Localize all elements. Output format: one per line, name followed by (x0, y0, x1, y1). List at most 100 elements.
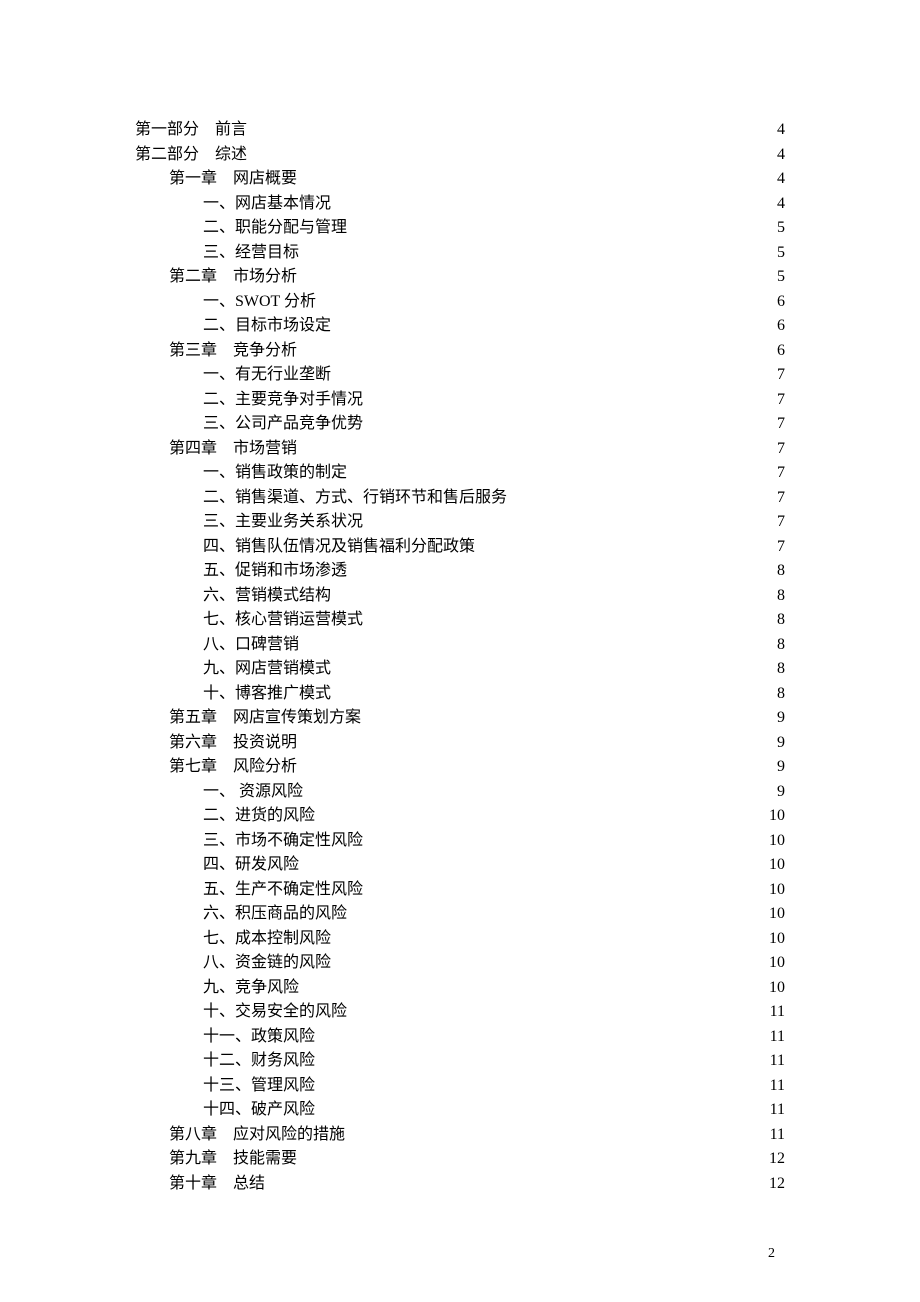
toc-entry: 七、核心营销运营模式8 (135, 608, 785, 633)
toc-entry-label: 第二部分 综述 (135, 143, 247, 168)
toc-entry: 三、市场不确定性风险 10 (135, 829, 785, 854)
toc-entry: 第三章 竞争分析6 (135, 339, 785, 364)
toc-entry-page: 11 (750, 1074, 785, 1099)
toc-entry-page: 11 (765, 1025, 785, 1050)
toc-entry-page: 10 (765, 951, 785, 976)
toc-entry-page: 9 (765, 780, 785, 805)
toc-entry-label: 八、资金链的风险 (203, 951, 331, 976)
toc-entry-page: 11 (750, 1123, 785, 1148)
toc-entry-page: 8 (765, 633, 785, 658)
toc-entry: 第九章 技能需要 12 (135, 1147, 785, 1172)
toc-entry: 第二章 市场分析 5 (135, 265, 785, 290)
toc-entry: 一、 资源风险9 (135, 780, 785, 805)
toc-entry: 二、进货的风险 10 (135, 804, 785, 829)
toc-entry-label: 第七章 风险分析 (169, 755, 297, 780)
toc-entry: 五、促销和市场渗透 8 (135, 559, 785, 584)
toc-entry: 第二部分 综述4 (135, 143, 785, 168)
toc-entry-page: 4 (765, 167, 785, 192)
toc-entry-label: 十四、破产风险 (203, 1098, 315, 1123)
toc-entry-page: 8 (765, 657, 785, 682)
toc-entry-label: 十、交易安全的风险 (203, 1000, 347, 1025)
toc-entry-page: 8 (765, 584, 785, 609)
toc-entry-page: 10 (765, 976, 785, 1001)
toc-entry-page: 6 (765, 314, 785, 339)
toc-entry-page: 7 (765, 437, 785, 462)
toc-entry-page: 7 (765, 388, 785, 413)
toc-entry: 八、资金链的风险 10 (135, 951, 785, 976)
toc-entry: 第七章 风险分析9 (135, 755, 785, 780)
toc-entry: 六、积压商品的风险 10 (135, 902, 785, 927)
toc-entry-label: 二、目标市场设定 (203, 314, 331, 339)
toc-entry-page: 10 (765, 829, 785, 854)
toc-entry-label: 三、经营目标 (203, 241, 299, 266)
toc-entry-label: 第三章 竞争分析 (169, 339, 297, 364)
toc-entry-page: 5 (765, 265, 785, 290)
toc-entry: 一、销售政策的制定7 (135, 461, 785, 486)
toc-entry: 三、公司产品竞争优势7 (135, 412, 785, 437)
toc-entry-page: 11 (750, 1098, 785, 1123)
toc-entry-page: 10 (765, 878, 785, 903)
toc-entry: 七、成本控制风险10 (135, 927, 785, 952)
toc-entry-label: 一、网店基本情况 (203, 192, 331, 217)
toc-entry-label: 十一、政策风险 (203, 1025, 315, 1050)
toc-entry: 九、竞争风险 10 (135, 976, 785, 1001)
toc-entry: 第四章 市场营销 7 (135, 437, 785, 462)
toc-entry-page: 11 (765, 1049, 785, 1074)
toc-entry-page: 5 (765, 216, 785, 241)
toc-entry-page: 7 (765, 535, 785, 560)
toc-entry-label: 六、营销模式结构 (203, 584, 331, 609)
toc-entry: 四、研发风险10 (135, 853, 785, 878)
toc-entry: 三、经营目标 5 (135, 241, 785, 266)
toc-entry-page: 4 (765, 118, 785, 143)
toc-entry-page: 6 (765, 290, 785, 315)
toc-entry-label: 二、进货的风险 (203, 804, 315, 829)
toc-entry-page: 10 (765, 804, 785, 829)
toc-entry-page: 12 (749, 1147, 785, 1172)
toc-entry-page: 8 (765, 608, 785, 633)
toc-entry-label: 九、竞争风险 (203, 976, 299, 1001)
toc-entry-label: 五、生产不确定性风险 (203, 878, 363, 903)
toc-entry-label: 第五章 网店宣传策划方案 (169, 706, 361, 731)
toc-entry-label: 三、市场不确定性风险 (203, 829, 363, 854)
toc-entry-page: 7 (765, 510, 785, 535)
toc-entry-label: 第一章 网店概要 (169, 167, 297, 192)
toc-entry: 八、口碑营销8 (135, 633, 785, 658)
page-number: 2 (768, 1246, 775, 1262)
toc-entry: 十三、管理风险11 (135, 1074, 785, 1099)
toc-entry-label: 四、销售队伍情况及销售福利分配政策 (203, 535, 475, 560)
toc-entry-label: 第十章 总结 (169, 1172, 265, 1197)
toc-entry: 六、营销模式结构 8 (135, 584, 785, 609)
toc-entry: 二、销售渠道、方式、行销环节和售后服务7 (135, 486, 785, 511)
toc-entry-page: 7 (765, 363, 785, 388)
toc-entry-label: 六、积压商品的风险 (203, 902, 347, 927)
toc-entry: 九、网店营销模式8 (135, 657, 785, 682)
toc-entry-page: 4 (765, 192, 785, 217)
toc-container: 第一部分 前言4第二部分 综述4第一章 网店概要4一、网店基本情况4二、职能分配… (0, 0, 920, 1196)
toc-entry-page: 12 (749, 1172, 785, 1197)
toc-entry-label: 三、公司产品竞争优势 (203, 412, 363, 437)
toc-entry-label: 一、销售政策的制定 (203, 461, 347, 486)
toc-entry: 十、交易安全的风险 11 (135, 1000, 785, 1025)
toc-entry-label: 第九章 技能需要 (169, 1147, 297, 1172)
toc-entry-label: 第一部分 前言 (135, 118, 247, 143)
toc-entry-page: 9 (765, 731, 785, 756)
toc-entry: 十一、政策风险 11 (135, 1025, 785, 1050)
toc-entry: 二、主要竞争对手情况7 (135, 388, 785, 413)
toc-entry-page: 8 (765, 559, 785, 584)
toc-entry-page: 10 (765, 853, 785, 878)
toc-entry-label: 三、主要业务关系状况 (203, 510, 363, 535)
toc-entry-label: 第四章 市场营销 (169, 437, 297, 462)
toc-entry-label: 第二章 市场分析 (169, 265, 297, 290)
toc-entry-label: 十二、财务风险 (203, 1049, 315, 1074)
toc-entry: 一、网店基本情况 4 (135, 192, 785, 217)
toc-entry: 一、有无行业垄断7 (135, 363, 785, 388)
toc-entry-page: 11 (765, 1000, 785, 1025)
toc-entry: 第五章 网店宣传策划方案9 (135, 706, 785, 731)
toc-entry: 十四、破产风险 11 (135, 1098, 785, 1123)
toc-entry: 二、职能分配与管理5 (135, 216, 785, 241)
toc-entry: 五、生产不确定性风险 10 (135, 878, 785, 903)
toc-entry-label: 五、促销和市场渗透 (203, 559, 347, 584)
toc-entry-page: 5 (765, 241, 785, 266)
toc-entry: 三、主要业务关系状况 7 (135, 510, 785, 535)
toc-entry-page: 10 (765, 902, 785, 927)
